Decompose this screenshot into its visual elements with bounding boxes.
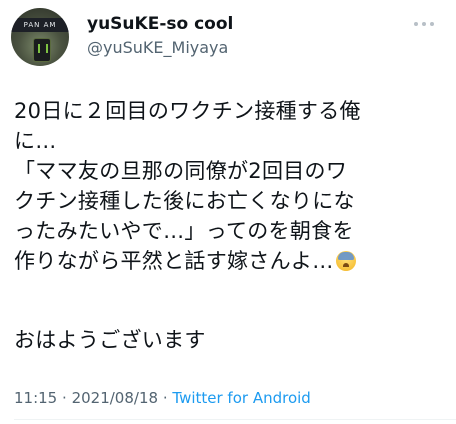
divider <box>14 419 456 420</box>
avatar-logo-text: PAN AM <box>11 18 69 32</box>
tweet-source-link[interactable]: Twitter for Android <box>172 389 310 407</box>
anxious-face-with-sweat-emoji <box>335 251 356 271</box>
meta-separator: · <box>162 389 168 407</box>
tweet-meta: 11:15 · 2021/08/18 · Twitter for Android <box>14 389 311 407</box>
tweet-text: 20日に２回目のワクチン接種する俺 に… 「ママ友の旦那の同僚が2回目のワ クチ… <box>14 96 444 276</box>
user-handle[interactable]: @yuSuKE_Miyaya <box>87 38 228 57</box>
tweet: PAN AM yuSuKE-so cool @yuSuKE_Miyaya 20日… <box>0 0 456 424</box>
avatar[interactable]: PAN AM <box>11 8 69 66</box>
display-name[interactable]: yuSuKE-so cool <box>87 14 233 34</box>
tweet-time[interactable]: 11:15 <box>14 389 57 407</box>
energy-drink-can-icon <box>33 38 51 62</box>
tweet-date[interactable]: 2021/08/18 <box>72 389 158 407</box>
tweet-text-content: 20日に２回目のワクチン接種する俺 に… 「ママ友の旦那の同僚が2回目のワ クチ… <box>14 99 361 273</box>
more-horizontal-icon[interactable] <box>404 14 444 34</box>
meta-separator: · <box>62 389 67 407</box>
tweet-greeting: おはようございます <box>14 328 206 352</box>
